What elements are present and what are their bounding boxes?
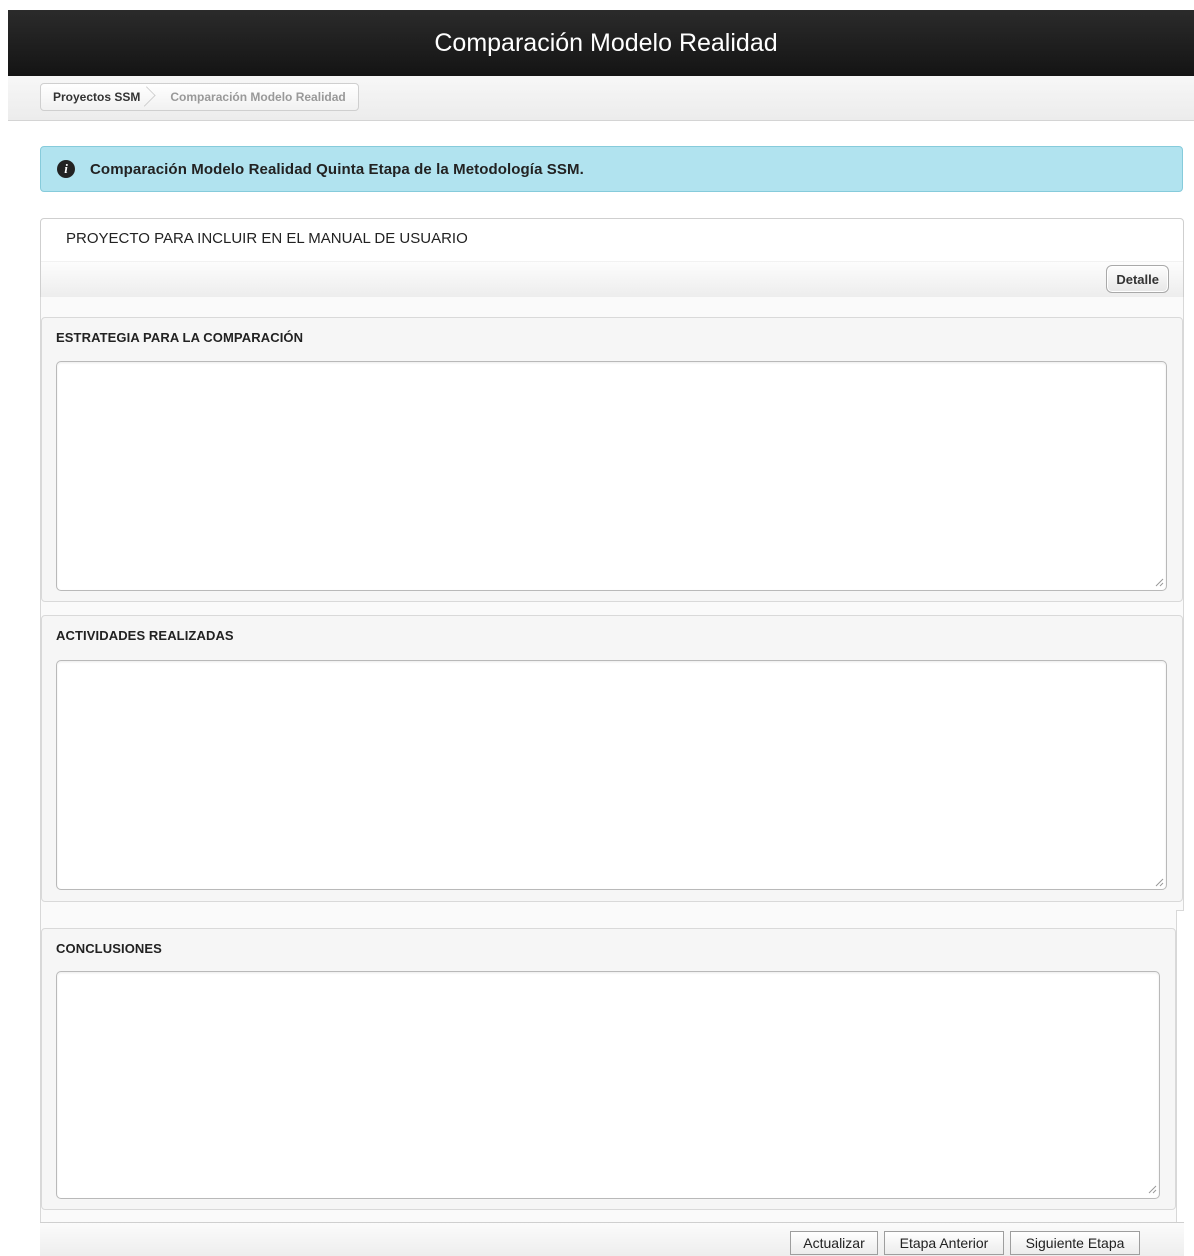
detail-button[interactable]: Detalle: [1106, 265, 1169, 293]
info-icon: i: [57, 160, 75, 178]
section-estrategia-label: ESTRATEGIA PARA LA COMPARACIÓN: [56, 330, 304, 345]
estrategia-textarea[interactable]: [56, 361, 1167, 591]
previous-stage-button[interactable]: Etapa Anterior: [884, 1231, 1004, 1255]
page: Comparación Modelo Realidad Proyectos SS…: [0, 0, 1194, 1256]
update-button[interactable]: Actualizar: [790, 1231, 878, 1255]
breadcrumb: Proyectos SSM Comparación Modelo Realida…: [40, 83, 359, 111]
section-estrategia: ESTRATEGIA PARA LA COMPARACIÓN: [41, 317, 1183, 602]
actividades-textarea[interactable]: [56, 660, 1167, 890]
alert-text: Comparación Modelo Realidad Quinta Etapa…: [90, 160, 584, 178]
resize-grip-icon[interactable]: [1154, 877, 1164, 887]
section-conclusiones-label: CONCLUSIONES: [56, 941, 162, 956]
resize-grip-icon[interactable]: [1147, 1184, 1157, 1194]
section-actividades: ACTIVIDADES REALIZADAS: [41, 615, 1183, 902]
breadcrumb-item-current: Comparación Modelo Realidad: [170, 90, 346, 104]
conclusiones-textarea[interactable]: [56, 971, 1160, 1199]
project-title: PROYECTO PARA INCLUIR EN EL MANUAL DE US…: [66, 230, 468, 247]
info-alert: i Comparación Modelo Realidad Quinta Eta…: [40, 146, 1183, 192]
breadcrumb-bar: Proyectos SSM Comparación Modelo Realida…: [8, 76, 1194, 121]
project-panel: PROYECTO PARA INCLUIR EN EL MANUAL DE US…: [40, 218, 1184, 300]
page-title: Comparación Modelo Realidad: [434, 28, 778, 57]
resize-grip-icon[interactable]: [1154, 577, 1164, 587]
next-stage-button[interactable]: Siguiente Etapa: [1010, 1231, 1140, 1255]
section-conclusiones: CONCLUSIONES: [41, 928, 1176, 1210]
breadcrumb-item-proyectos[interactable]: Proyectos SSM: [41, 84, 158, 110]
section-actividades-label: ACTIVIDADES REALIZADAS: [56, 628, 234, 643]
project-panel-footer: Detalle: [41, 261, 1183, 300]
action-bar: Actualizar Etapa Anterior Siguiente Etap…: [40, 1222, 1184, 1256]
app-header: Comparación Modelo Realidad: [8, 10, 1194, 77]
